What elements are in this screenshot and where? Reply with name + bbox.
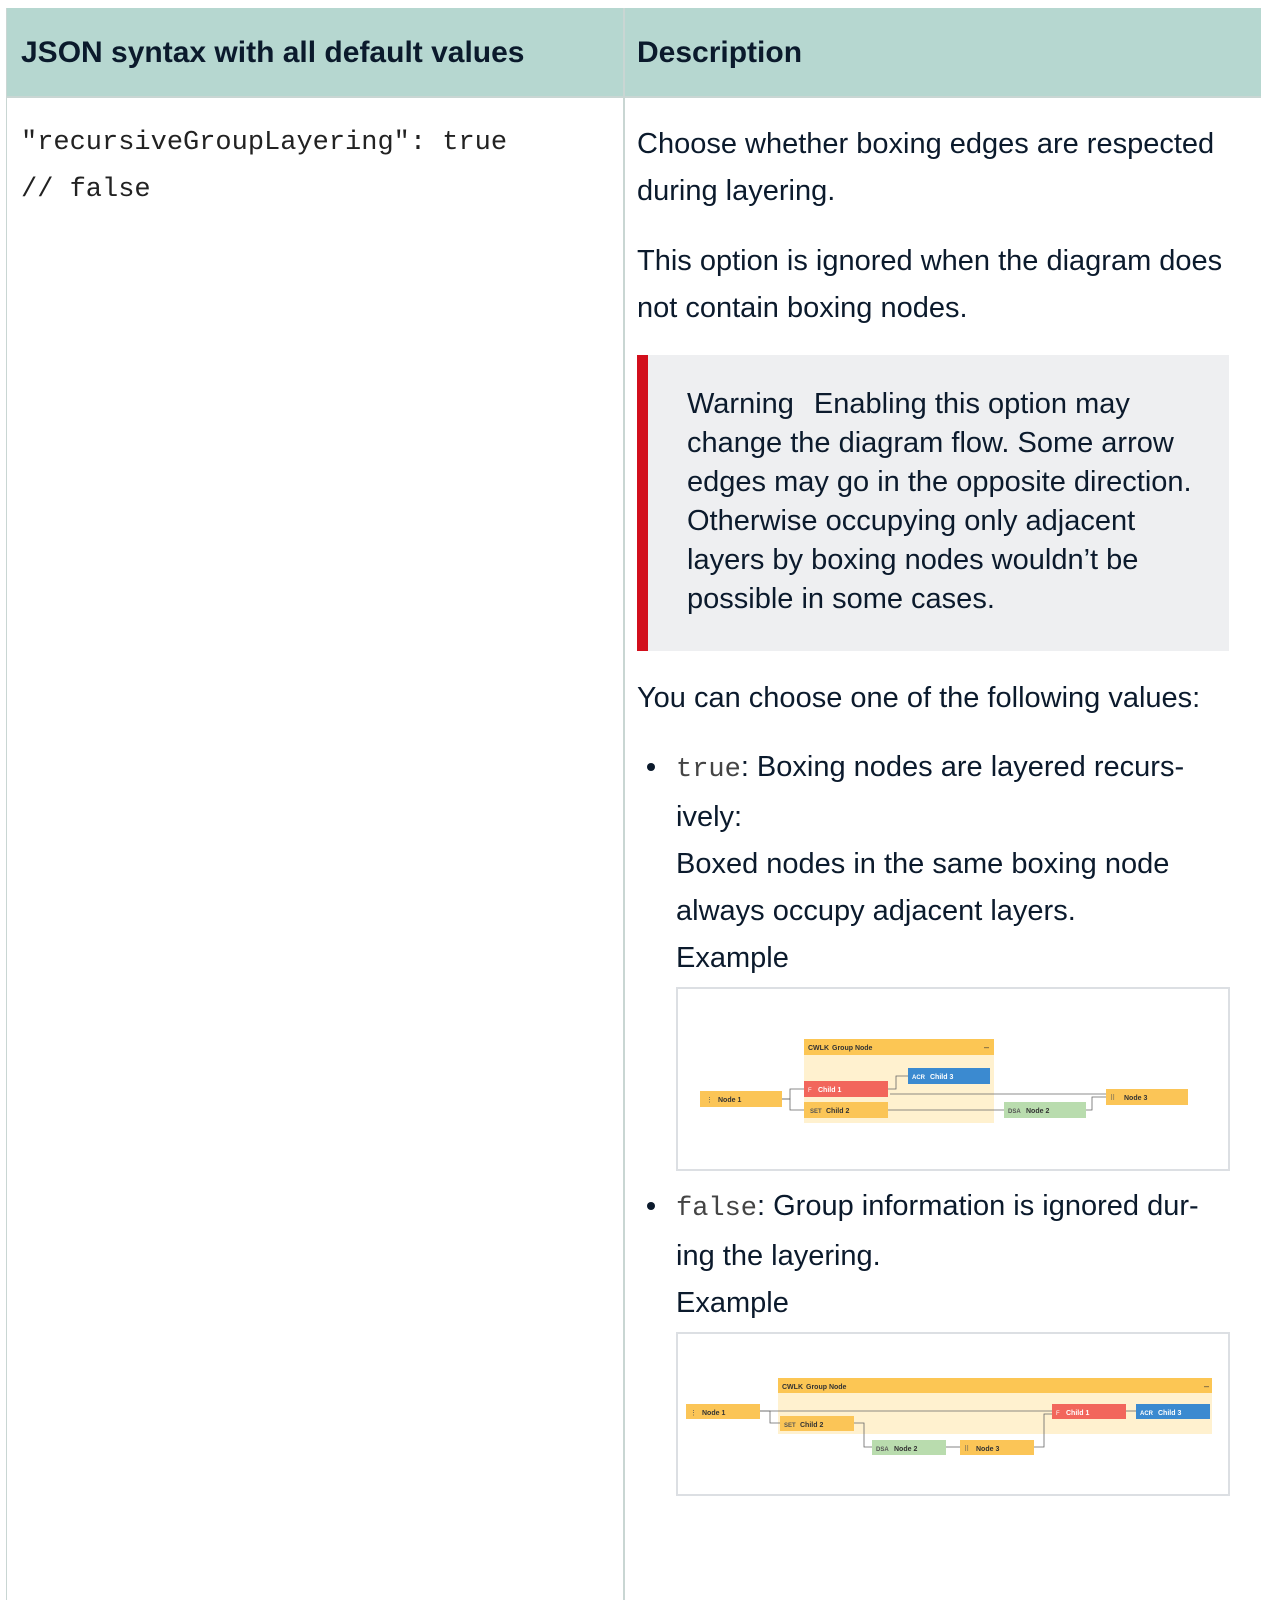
description-cell: Choose whether boxing edges are respecte… [637, 121, 1232, 1496]
child-3-tag: ACR [1140, 1411, 1154, 1417]
child-3-tag: ACR [912, 1075, 926, 1081]
example-image-false: CWLK Group Node – ⋮ Node 1 SET Child 2 D… [676, 1332, 1230, 1496]
child-1-tag: F [808, 1088, 812, 1094]
value-true-text: : Boxing nodes are layered recurs-ively: [676, 751, 1185, 833]
node-2-tag: DSA [1008, 1109, 1021, 1115]
child-2-label: Child 2 [826, 1108, 849, 1115]
diagram-recursive: CWLK Group Node – ⋮ Node 1 F Child 1 SET… [700, 1039, 1188, 1123]
header-json-syntax: JSON syntax with all default values [21, 36, 525, 69]
header-description: Description [637, 36, 803, 69]
node-3-label: Node 3 [1124, 1095, 1147, 1102]
json-code: "recursiveGroupLayering": true // false [21, 120, 507, 214]
child-1-label: Child 1 [818, 1087, 841, 1094]
node-3-tag: ⠿ [1110, 1094, 1115, 1102]
code-line-1: "recursiveGroupLayering": true [21, 128, 508, 158]
settings-table: JSON syntax with all default values Desc… [6, 8, 1261, 1600]
example-label-2: Example [676, 1287, 789, 1319]
example-label-1: Example [676, 942, 789, 974]
values-list: true: Boxing nodes are layered recurs-iv… [637, 744, 1232, 1496]
child-3-label: Child 3 [930, 1074, 953, 1081]
value-true-detail: Boxed nodes in the same boxing node alwa… [676, 848, 1170, 927]
note-text: This option is ignored when the diagram … [637, 245, 1223, 324]
value-true: true [676, 755, 741, 785]
collapse-icon: – [984, 1042, 989, 1052]
node-1-tag: ⋮ [690, 1410, 697, 1417]
node-1-tag: ⋮ [706, 1097, 713, 1104]
warning-text: Enabling this option may change the diag… [687, 388, 1192, 615]
example-image-true: CWLK Group Node – ⋮ Node 1 F Child 1 SET… [676, 987, 1230, 1171]
node-1-label: Node 1 [702, 1410, 725, 1417]
node-2-label: Node 2 [894, 1446, 917, 1453]
child-2-tag: SET [810, 1109, 822, 1115]
column-divider [623, 8, 625, 1600]
warning-callout: Warning Enabling this option may change t… [637, 355, 1229, 651]
choose-text: You can choose one of the following valu… [637, 682, 1201, 714]
child-2-label: Child 2 [800, 1422, 823, 1429]
node-2-label: Node 2 [1026, 1108, 1049, 1115]
warning-label: Warning [687, 388, 794, 420]
child-1-tag: F [1056, 1411, 1060, 1417]
node-3-label: Node 3 [976, 1446, 999, 1453]
group-node-label: Group Node [806, 1384, 847, 1391]
table-header: JSON syntax with all default values Desc… [7, 8, 1261, 98]
list-item: false: Group information is ignored dur-… [637, 1183, 1232, 1496]
intro-text: Choose whether boxing edges are respecte… [637, 128, 1215, 207]
list-item: true: Boxing nodes are layered recurs-iv… [637, 744, 1232, 1171]
node-3-tag: ⠿ [964, 1445, 969, 1453]
value-false: false [676, 1194, 758, 1224]
bullet-icon [647, 1202, 655, 1210]
group-node-tag: CWLK [808, 1045, 829, 1052]
collapse-icon: – [1204, 1381, 1209, 1391]
child-2-tag: SET [784, 1423, 796, 1429]
group-node-label: Group Node [832, 1045, 873, 1052]
node-1-label: Node 1 [718, 1097, 741, 1104]
node-2-tag: DSA [876, 1447, 889, 1453]
diagram-ignored: CWLK Group Node – ⋮ Node 1 SET Child 2 D… [686, 1378, 1212, 1455]
bullet-icon [647, 763, 655, 771]
child-3-label: Child 3 [1158, 1410, 1181, 1417]
child-1-label: Child 1 [1066, 1410, 1089, 1417]
group-node-tag: CWLK [782, 1384, 803, 1391]
child-1 [804, 1081, 888, 1097]
code-line-2: // false [21, 175, 151, 205]
